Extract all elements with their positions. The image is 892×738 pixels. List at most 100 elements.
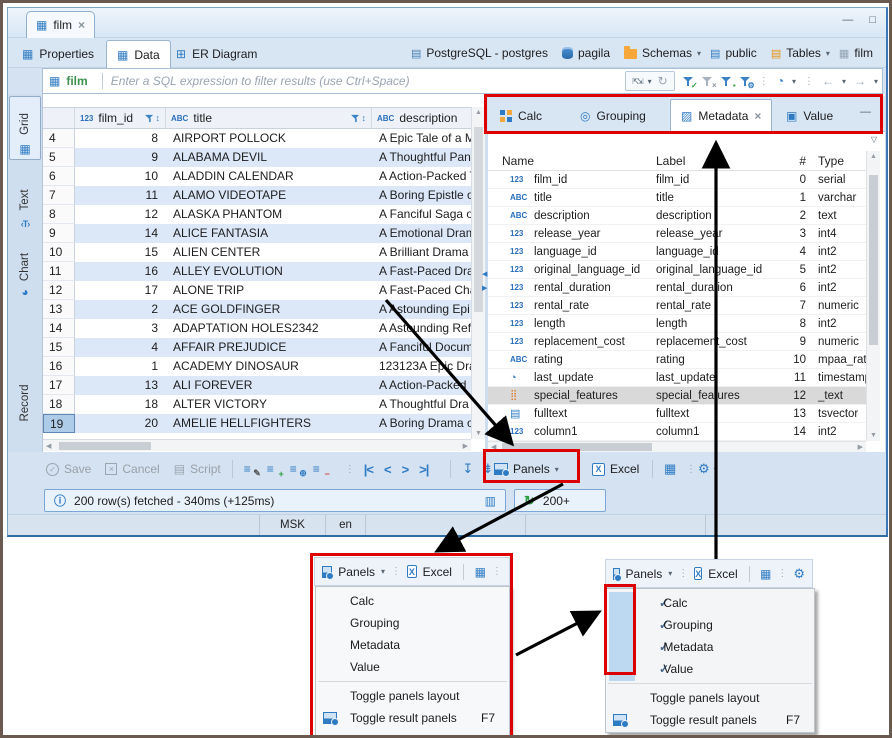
timezone-indicator[interactable]: MSK [260, 515, 326, 535]
gear-icon[interactable]: ⚙ [793, 566, 805, 582]
cell-description[interactable]: A Boring Drama o [372, 414, 471, 433]
row-number[interactable]: 19 [43, 414, 75, 433]
column-ordinal-cell[interactable]: 4 [776, 246, 810, 258]
scroll-down-icon[interactable]: ▼ [870, 432, 877, 439]
table-row[interactable]: 4 8 AIRPORT POLLOCK A Epic Tale of a M [43, 129, 471, 148]
column-type-cell[interactable]: varchar [810, 192, 866, 204]
maximize-icon[interactable]: □ [869, 14, 876, 26]
row-number[interactable]: 15 [43, 338, 75, 357]
column-ordinal-cell[interactable]: 1 [776, 192, 810, 204]
cell-description[interactable]: A Fast-Paced Dra [372, 262, 471, 281]
row-number[interactable]: 13 [43, 300, 75, 319]
menu-item-toggle-result-panels[interactable]: Toggle result panels F7 [606, 709, 814, 731]
column-label-cell[interactable]: fulltext [656, 408, 776, 420]
cell-film-id[interactable]: 14 [75, 224, 166, 243]
column-type-cell[interactable]: int2 [810, 426, 866, 438]
grid-mode-icon[interactable]: ▦ [760, 567, 771, 581]
tab-metadata[interactable]: ▨ Metadata × [670, 99, 772, 132]
column-type-cell[interactable]: int2 [810, 318, 866, 330]
table-row[interactable]: 14 3 ADAPTATION HOLES2342 A Astounding R… [43, 319, 471, 338]
script-button[interactable]: ▤ Script [174, 462, 221, 476]
settings-button[interactable]: ⚙ ▾ [698, 452, 718, 486]
tab-grid[interactable]: Grid ▦ [9, 96, 41, 160]
filter-input[interactable]: Enter a SQL expression to filter results… [111, 74, 410, 88]
column-name-cell[interactable]: 123 release_year [488, 228, 656, 240]
previous-row-button[interactable]: < [384, 462, 391, 477]
filter-sort-icon[interactable]: ↕ [350, 113, 367, 124]
column-type-cell[interactable]: int2 [810, 282, 866, 294]
fetch-page-button[interactable]: ↧ [462, 461, 473, 477]
column-ordinal-cell[interactable]: 7 [776, 300, 810, 312]
editor-tab-film[interactable]: ▦ film × [26, 11, 95, 38]
breadcrumb-item[interactable]: ▤ public [710, 46, 762, 60]
cell-description[interactable]: A Thoughtful Pan [372, 148, 471, 167]
table-row[interactable]: 6 10 ALADDIN CALENDAR A Action-Packed T [43, 167, 471, 186]
column-header-title[interactable]: ABC title ↕ [166, 108, 372, 128]
column-type-cell[interactable]: tsvector [810, 408, 866, 420]
table-row[interactable]: 15 4 AFFAIR PREJUDICE A Fanciful Docum [43, 338, 471, 357]
table-row[interactable]: 7 11 ALAMO VIDEOTAPE A Boring Epistle o [43, 186, 471, 205]
menu-item-checked[interactable]: ✓ Calc [606, 592, 814, 614]
cell-description[interactable]: A Brilliant Drama [372, 243, 471, 262]
column-label-cell[interactable]: length [656, 318, 776, 330]
scroll-right-icon[interactable]: ▶ [858, 443, 863, 451]
table-row[interactable]: 17 13 ALI FOREVER A Action-Packed [43, 376, 471, 395]
row-number[interactable]: 18 [43, 395, 75, 414]
collapse-left-icon[interactable]: ◀ [482, 270, 487, 278]
cell-film-id[interactable]: 16 [75, 262, 166, 281]
chevron-down-icon[interactable]: ▽ [871, 135, 877, 144]
cell-title[interactable]: ALABAMA DEVIL [166, 148, 372, 167]
chevron-down-icon[interactable]: ▾ [826, 49, 830, 58]
table-row[interactable]: 16 1 ACADEMY DINOSAUR 123123A Epic Dra [43, 357, 471, 376]
cell-description[interactable]: A Astounding Epi [372, 300, 471, 319]
column-ordinal-cell[interactable]: 2 [776, 210, 810, 222]
cell-title[interactable]: AFFAIR PREJUDICE [166, 338, 372, 357]
close-icon[interactable]: × [78, 18, 85, 32]
cell-description[interactable]: A Action-Packed T [372, 167, 471, 186]
column-name-cell[interactable]: 123 film_id [488, 174, 656, 186]
table-row[interactable]: 5 9 ALABAMA DEVIL A Thoughtful Pan [43, 148, 471, 167]
table-row[interactable]: 18 18 ALTER VICTORY A Thoughtful Dra [43, 395, 471, 414]
auto-refresh-icon[interactable]: ◔ [777, 74, 784, 88]
column-type-cell[interactable]: int2 [810, 246, 866, 258]
table-row[interactable]: 10 15 ALIEN CENTER A Brilliant Drama [43, 243, 471, 262]
menu-item-toggle-layout[interactable]: Toggle panels layout [316, 685, 509, 707]
cancel-button[interactable]: × Cancel [105, 462, 159, 476]
table-row[interactable]: 8 12 ALASKA PHANTOM A Fanciful Saga of [43, 205, 471, 224]
metadata-row[interactable]: ABC title title 1 varchar [488, 189, 866, 207]
export-excel-button[interactable]: X Excel [592, 452, 639, 486]
scroll-right-icon[interactable]: ▶ [463, 442, 468, 450]
cell-film-id[interactable]: 9 [75, 148, 166, 167]
cell-description[interactable]: A Boring Epistle o [372, 186, 471, 205]
column-ordinal-cell[interactable]: 6 [776, 282, 810, 294]
menu-item[interactable]: Value [316, 656, 509, 678]
last-row-button[interactable]: >| [419, 462, 428, 477]
column-ordinal-cell[interactable]: 11 [776, 372, 810, 384]
column-label-cell[interactable]: replacement_cost [656, 336, 776, 348]
column-label-cell[interactable]: special_features [656, 390, 776, 402]
row-number[interactable]: 12 [43, 281, 75, 300]
cell-title[interactable]: ALIEN CENTER [166, 243, 372, 262]
column-name-cell[interactable]: ABC description [488, 210, 656, 222]
tab-value[interactable]: ▣ Value [776, 100, 843, 131]
cell-title[interactable]: ALLEY EVOLUTION [166, 262, 372, 281]
cell-description[interactable]: A Fanciful Saga of [372, 205, 471, 224]
metadata-row[interactable]: 123 column1 column1 14 int2 [488, 423, 866, 441]
chevron-down-icon[interactable]: ▾ [648, 77, 652, 86]
cell-film-id[interactable]: 17 [75, 281, 166, 300]
column-label-cell[interactable]: film_id [656, 174, 776, 186]
column-ordinal-cell[interactable]: 5 [776, 264, 810, 276]
column-name-cell[interactable]: 123 original_language_id [488, 264, 656, 276]
column-header-label[interactable]: Label [656, 154, 776, 168]
panel-vertical-scrollbar[interactable]: ▲ ▼ [866, 151, 880, 441]
cell-title[interactable]: ADAPTATION HOLES2342 [166, 319, 372, 338]
tab-properties[interactable]: ▦ Properties [12, 40, 104, 68]
cell-title[interactable]: ALAMO VIDEOTAPE [166, 186, 372, 205]
column-header-name[interactable]: Name [488, 154, 656, 168]
menu-item[interactable]: Calc [316, 590, 509, 612]
column-ordinal-cell[interactable]: 10 [776, 354, 810, 366]
tab-grouping[interactable]: ◎ Grouping [570, 100, 656, 131]
chevron-down-icon[interactable]: ▾ [874, 77, 878, 86]
cell-film-id[interactable]: 11 [75, 186, 166, 205]
column-label-cell[interactable]: column1 [656, 426, 776, 438]
